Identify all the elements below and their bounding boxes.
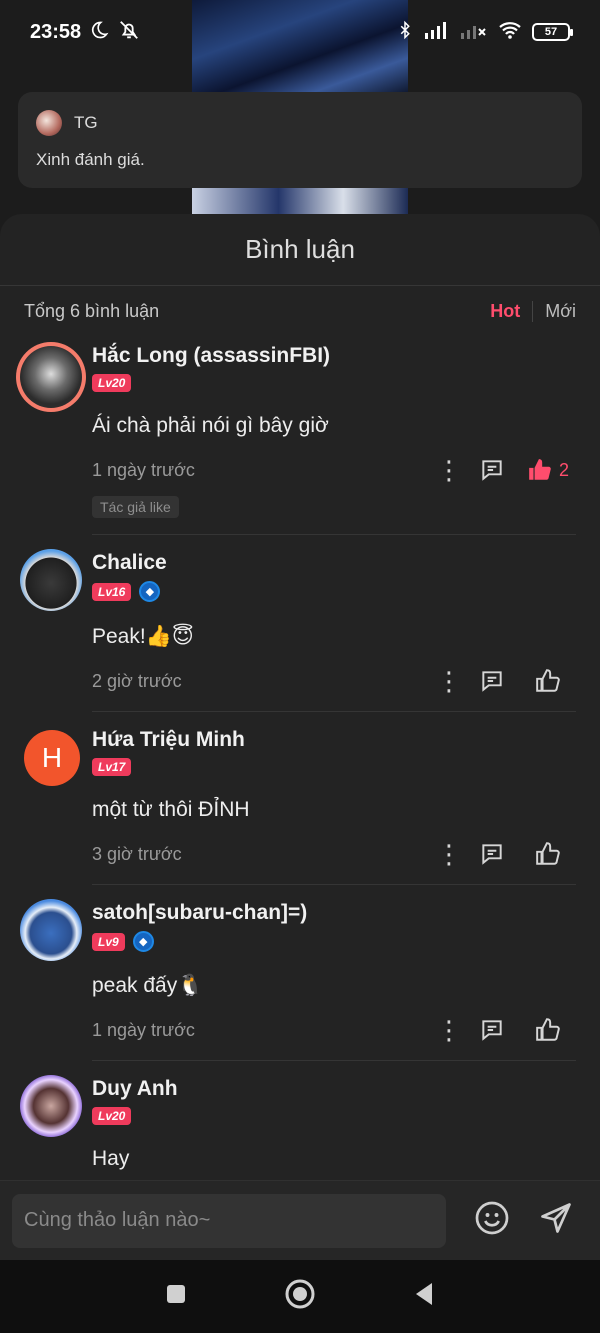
comment-text: một từ thôi ĐỈNH	[92, 798, 250, 821]
signal-icon	[424, 21, 450, 44]
avatar[interactable]	[20, 1075, 82, 1137]
thumbs-up-icon	[536, 1018, 560, 1041]
send-icon[interactable]	[538, 1200, 574, 1241]
home-button[interactable]	[284, 1278, 316, 1315]
background-artwork-lower	[192, 186, 408, 216]
sort-new-tab[interactable]: Mới	[533, 301, 576, 322]
comments-sheet: Bình luận Tổng 6 bình luận Hot Mới Hắc L…	[0, 214, 600, 1260]
moon-icon	[89, 20, 109, 45]
level-badge: Lv9	[92, 932, 125, 951]
screen: 23:58 57 TG Xinh đánh giá. Bình luận Tổn…	[0, 0, 600, 1333]
comment-item: satoh[subaru-chan]=) Lv9 ◆ peak đấy🐧 1 n…	[0, 885, 600, 1044]
level-badge: Lv20	[92, 374, 132, 392]
level-badge: Lv16	[92, 582, 132, 601]
avatar	[36, 110, 62, 136]
reply-icon[interactable]	[464, 668, 520, 694]
level-badge: Lv20	[92, 1107, 132, 1125]
author-liked-tag: Tác giả like	[92, 496, 179, 518]
thumbs-up-icon	[536, 669, 560, 692]
recents-button[interactable]	[164, 1282, 188, 1311]
comment-input-bar: Cùng thảo luận nào~	[0, 1180, 600, 1260]
comment-time: 3 giờ trước	[92, 843, 182, 864]
comment-text: Ái chà phải nói gì bây giờ	[92, 414, 329, 437]
thumbs-up-icon	[529, 459, 551, 480]
like-count: 2	[558, 459, 569, 480]
more-icon[interactable]: ⋮	[434, 841, 464, 867]
comment-text: peak đấy🐧	[92, 974, 204, 997]
status-bar: 23:58 57	[0, 0, 600, 64]
bluetooth-icon	[396, 20, 414, 45]
reply-icon[interactable]	[464, 841, 520, 867]
comment-time: 2 giờ trước	[92, 670, 182, 691]
comment-item: Duy Anh Lv20 Hay	[0, 1061, 600, 1171]
comment-item: H Hứa Triệu Minh Lv17 một từ thôi ĐỈNH 3…	[0, 712, 600, 868]
avatar[interactable]	[20, 346, 82, 408]
mute-icon	[117, 19, 141, 46]
more-icon[interactable]: ⋮	[434, 668, 464, 694]
comment-author[interactable]: Chalice	[92, 551, 576, 575]
back-button[interactable]	[412, 1281, 436, 1312]
like-button[interactable]	[520, 1017, 576, 1043]
comment-author[interactable]: Hắc Long (assassinFBI)	[92, 344, 576, 368]
verified-icon: ◆	[139, 581, 161, 602]
more-icon[interactable]: ⋮	[434, 1017, 464, 1043]
comment-text: Hay	[92, 1147, 130, 1170]
thumbs-up-icon	[536, 842, 560, 865]
notification-message: Xinh đánh giá.	[36, 150, 145, 169]
comment-author[interactable]: satoh[subaru-chan]=)	[92, 901, 576, 925]
like-button[interactable]	[520, 668, 576, 694]
avatar[interactable]	[20, 549, 82, 611]
more-icon[interactable]: ⋮	[434, 457, 464, 483]
signal-x-icon	[460, 21, 488, 44]
comment-item: Hắc Long (assassinFBI) Lv20 Ái chà phải …	[0, 336, 600, 518]
comment-time: 1 ngày trước	[92, 459, 195, 480]
notification-card[interactable]: TG Xinh đánh giá.	[18, 92, 582, 188]
comment-total: Tổng 6 bình luận	[24, 300, 160, 321]
comment-text: Peak!👍😇	[92, 625, 194, 648]
avatar[interactable]: H	[24, 730, 80, 786]
filter-row: Tổng 6 bình luận Hot Mới	[0, 286, 600, 336]
level-badge: Lv17	[92, 758, 132, 776]
battery-icon: 57	[532, 23, 573, 41]
avatar[interactable]	[20, 899, 82, 961]
status-time: 23:58	[30, 20, 82, 43]
comment-time: 1 ngày trước	[92, 1019, 195, 1040]
reply-icon[interactable]	[464, 457, 520, 483]
system-nav-bar	[0, 1260, 600, 1333]
wifi-icon	[498, 20, 522, 45]
reply-icon[interactable]	[464, 1017, 520, 1043]
comment-author[interactable]: Duy Anh	[92, 1077, 576, 1101]
sort-hot-tab[interactable]: Hot	[490, 300, 534, 322]
notification-sender: TG	[74, 113, 98, 132]
like-button[interactable]: 2	[520, 457, 576, 483]
comment-item: Chalice Lv16 ◆ Peak!👍😇 2 giờ trước ⋮	[0, 535, 600, 695]
like-button[interactable]	[520, 841, 576, 867]
comment-author[interactable]: Hứa Triệu Minh	[92, 728, 576, 752]
emoji-icon[interactable]	[474, 1200, 510, 1241]
verified-icon: ◆	[132, 931, 154, 952]
comment-input[interactable]: Cùng thảo luận nào~	[12, 1193, 446, 1248]
sheet-title: Bình luận	[0, 214, 600, 286]
